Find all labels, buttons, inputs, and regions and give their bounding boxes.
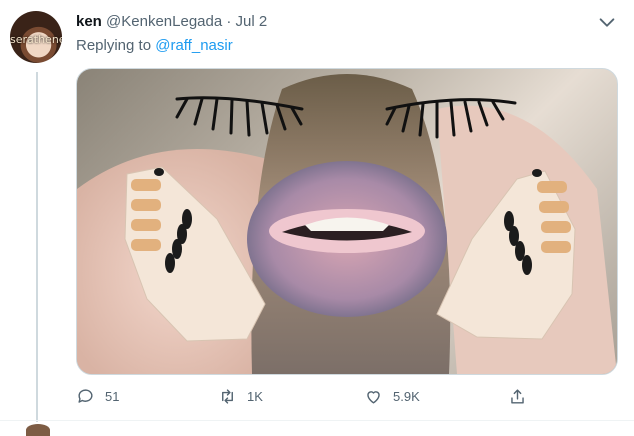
replying-to-label: Replying to (76, 37, 152, 54)
tweet-header: ken @KenkenLegada · Jul 2 (76, 12, 267, 32)
reply-to-handle-link[interactable]: @raff_nasir (155, 37, 232, 54)
like-count: 5.9K (393, 388, 420, 404)
share-icon (511, 388, 524, 404)
avatar-watermark: serathenews (10, 33, 62, 46)
separator-dot: · (226, 13, 232, 30)
user-handle[interactable]: @KenkenLegada (106, 13, 222, 30)
display-name[interactable]: ken (76, 13, 102, 30)
chevron-down-icon[interactable] (596, 12, 618, 34)
like-button[interactable]: 5.9K (364, 384, 420, 408)
share-button[interactable] (508, 384, 527, 408)
thread-line (36, 72, 38, 422)
tweet-image[interactable] (76, 68, 618, 375)
tweet-photo (77, 74, 617, 374)
reply-button[interactable]: 51 (76, 384, 119, 408)
retweet-button[interactable]: 1K (218, 384, 263, 408)
tweet-date[interactable]: Jul 2 (236, 13, 268, 30)
replying-to-line: Replying to @raff_nasir (76, 36, 233, 56)
reply-icon (78, 388, 93, 403)
retweet-icon (222, 388, 233, 404)
retweet-count: 1K (247, 388, 263, 404)
next-tweet-avatar[interactable] (26, 424, 50, 436)
tweet-actions: 51 1K 5.9K (76, 384, 616, 408)
avatar[interactable]: serathenews (10, 11, 62, 63)
like-icon (367, 390, 380, 404)
reply-count: 51 (105, 388, 120, 404)
next-tweet-row (0, 420, 634, 431)
